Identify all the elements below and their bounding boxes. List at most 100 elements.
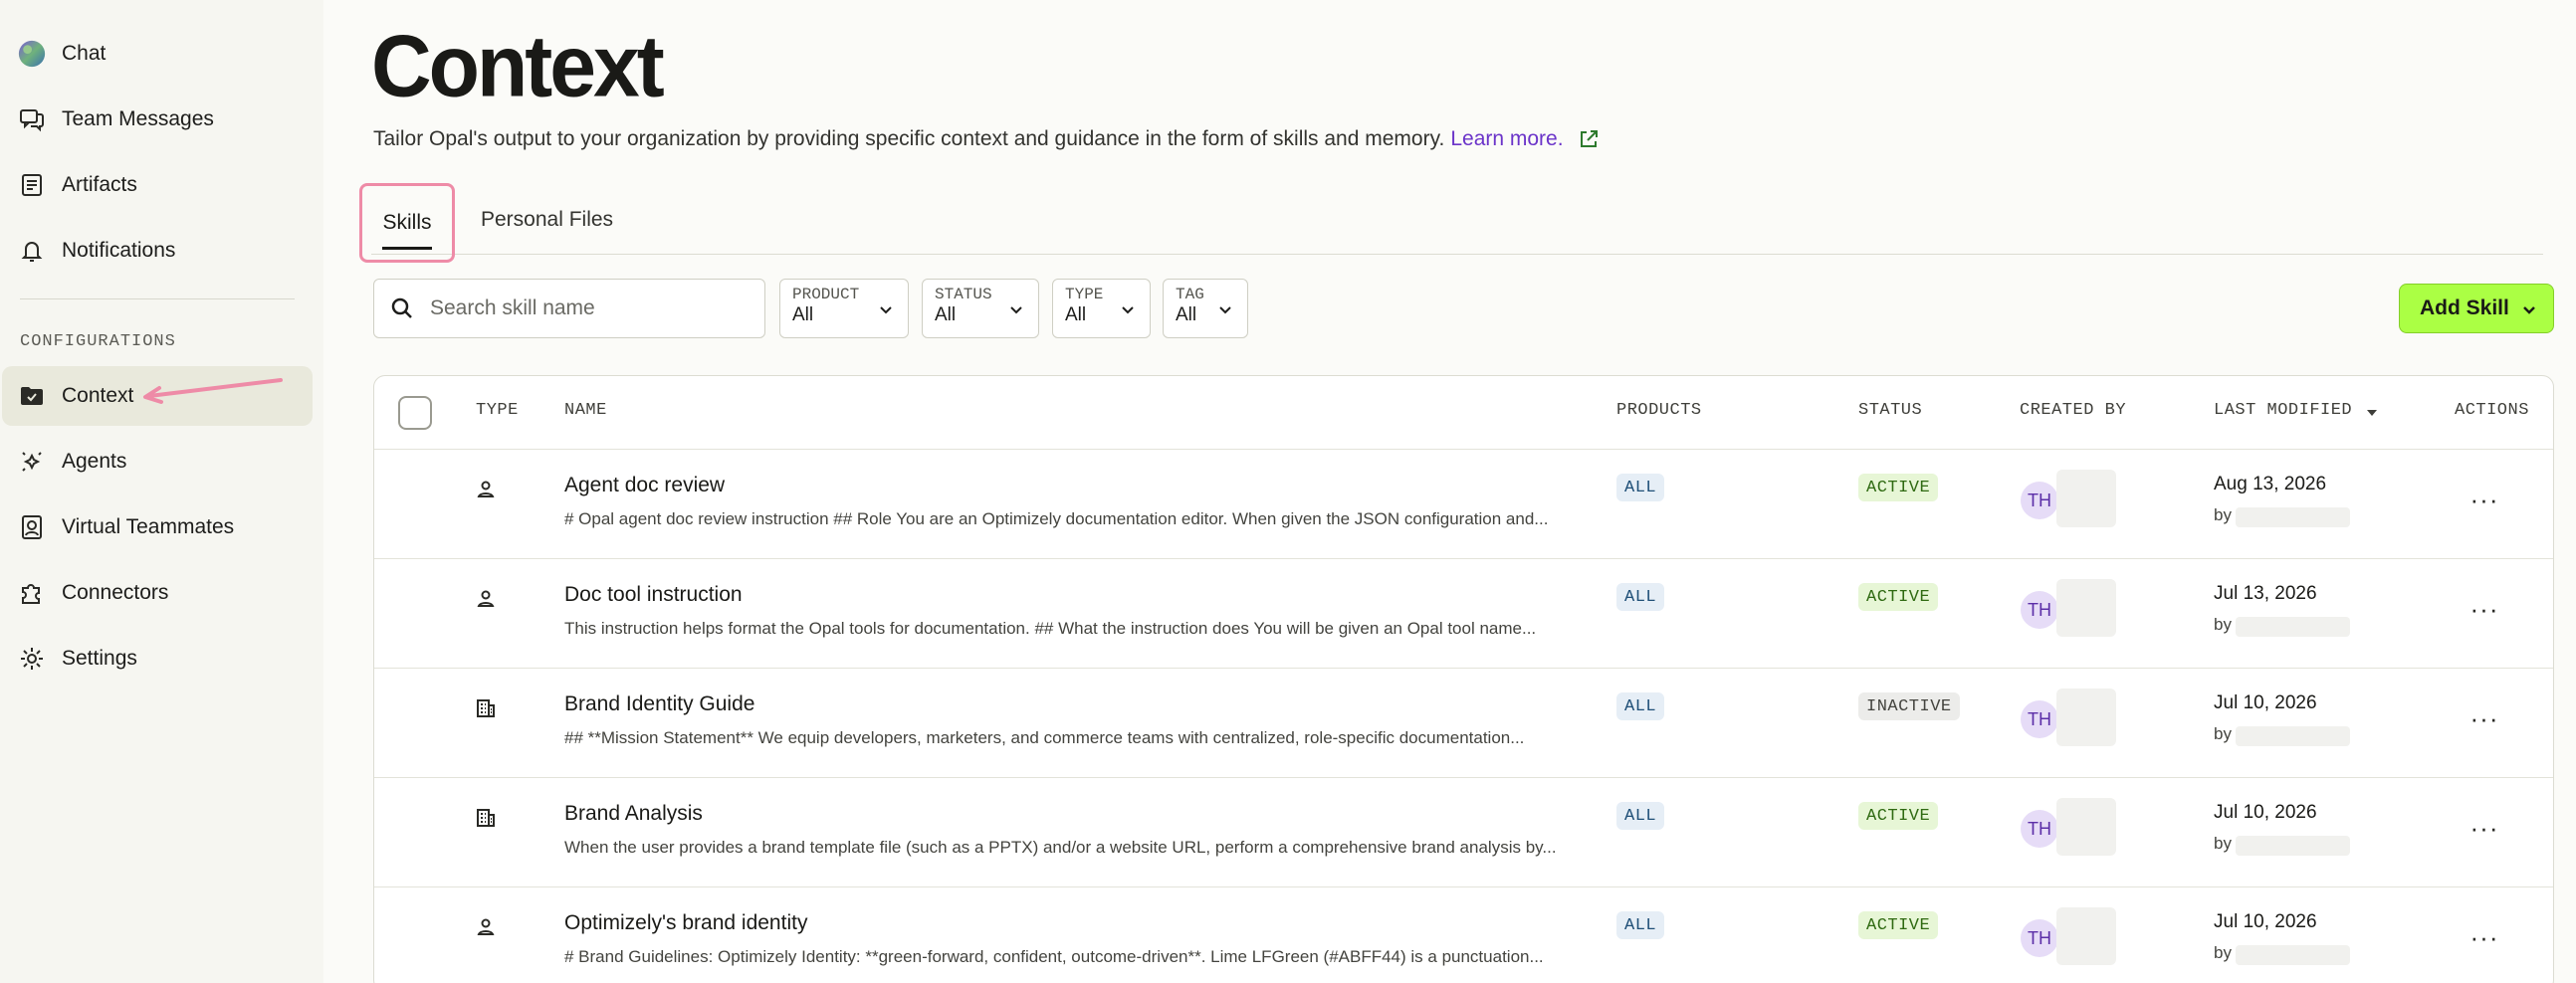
- person-icon: [477, 590, 495, 607]
- redacted-creator-name: [2056, 907, 2116, 965]
- building-icon: [477, 809, 495, 827]
- skill-name[interactable]: Agent doc review: [564, 474, 725, 497]
- redacted-modifier-name: [2236, 726, 2350, 746]
- column-header-name[interactable]: NAME: [564, 401, 607, 420]
- column-header-created-by[interactable]: CREATED BY: [2020, 401, 2126, 420]
- row-actions-menu-icon[interactable]: ···: [2465, 917, 2504, 957]
- learn-more-link[interactable]: Learn more.: [1450, 127, 1563, 151]
- modified-by-label: by: [2214, 505, 2232, 524]
- sidebar-item-settings[interactable]: Settings: [2, 629, 313, 688]
- add-skill-button[interactable]: Add Skill: [2399, 284, 2554, 333]
- sidebar-divider: [20, 298, 295, 299]
- tab-active-indicator: [382, 247, 432, 250]
- external-link-icon[interactable]: [1578, 128, 1600, 150]
- modified-by-label: by: [2214, 943, 2232, 962]
- sidebar-item-label: Agents: [62, 450, 127, 473]
- modified-date: Jul 10, 2026: [2214, 692, 2317, 713]
- skill-name[interactable]: Doc tool instruction: [564, 583, 743, 607]
- filter-tag[interactable]: TAG All: [1163, 279, 1248, 338]
- skill-name[interactable]: Brand Identity Guide: [564, 692, 754, 716]
- sidebar-item-artifacts[interactable]: Artifacts: [2, 155, 313, 215]
- table-row[interactable]: Optimizely's brand identity # Brand Guid…: [374, 887, 2553, 983]
- row-actions-menu-icon[interactable]: ···: [2465, 698, 2504, 738]
- row-actions-menu-icon[interactable]: ···: [2465, 480, 2504, 519]
- sidebar-item-agents[interactable]: Agents: [2, 432, 313, 492]
- tab-label: Skills: [382, 211, 432, 234]
- filter-type[interactable]: TYPE All: [1052, 279, 1151, 338]
- skill-description: # Opal agent doc review instruction ## R…: [564, 509, 1549, 528]
- filter-product[interactable]: PRODUCT All: [779, 279, 909, 338]
- status-badge: ACTIVE: [1858, 474, 1939, 501]
- sort-desc-icon[interactable]: [2365, 406, 2379, 420]
- tab-label: Personal Files: [481, 208, 614, 231]
- sidebar-item-label: Chat: [62, 42, 107, 65]
- column-header-actions: ACTIONS: [2455, 401, 2529, 420]
- modified-by-label: by: [2214, 615, 2232, 634]
- table-row[interactable]: Brand Identity Guide ## **Mission Statem…: [374, 669, 2553, 778]
- product-badge: ALL: [1616, 692, 1665, 720]
- column-header-status[interactable]: STATUS: [1858, 401, 1922, 420]
- redacted-creator-name: [2056, 798, 2116, 856]
- product-badge: ALL: [1616, 802, 1665, 830]
- chat-bubbles-icon: [16, 103, 48, 135]
- search-box[interactable]: [373, 279, 765, 338]
- add-skill-label: Add Skill: [2420, 296, 2509, 319]
- row-actions-menu-icon[interactable]: ···: [2465, 808, 2504, 848]
- row-actions-menu-icon[interactable]: ···: [2465, 589, 2504, 629]
- sidebar-item-chat[interactable]: Chat: [2, 24, 313, 84]
- tab-skills[interactable]: Skills: [359, 183, 455, 263]
- sidebar: Chat Team Messages Artifacts Notificatio…: [0, 0, 323, 983]
- puzzle-icon: [16, 577, 48, 609]
- table-header: TYPE NAME PRODUCTS STATUS CREATED BY LAS…: [374, 376, 2553, 450]
- sidebar-item-team-messages[interactable]: Team Messages: [2, 90, 313, 149]
- select-all-checkbox[interactable]: [398, 396, 432, 430]
- sidebar-item-virtual-teammates[interactable]: Virtual Teammates: [2, 497, 313, 557]
- chevron-down-icon: [1122, 306, 1134, 314]
- avatar: TH: [2021, 919, 2058, 957]
- chevron-down-icon: [1010, 306, 1022, 314]
- table-row[interactable]: Agent doc review # Opal agent doc review…: [374, 450, 2553, 559]
- search-icon: [391, 297, 412, 318]
- redacted-modifier-name: [2236, 836, 2350, 856]
- redacted-creator-name: [2056, 579, 2116, 637]
- redacted-creator-name: [2056, 470, 2116, 527]
- skill-description: ## **Mission Statement** We equip develo…: [564, 728, 1525, 747]
- page-description: Tailor Opal's output to your organizatio…: [373, 127, 1600, 151]
- filter-status[interactable]: STATUS All: [922, 279, 1039, 338]
- status-badge: ACTIVE: [1858, 583, 1939, 611]
- sidebar-item-connectors[interactable]: Connectors: [2, 563, 313, 623]
- status-badge: ACTIVE: [1858, 911, 1939, 939]
- sidebar-item-label: Settings: [62, 647, 137, 670]
- column-header-last-modified[interactable]: LAST MODIFIED: [2214, 401, 2352, 420]
- person-badge-icon: [16, 511, 48, 543]
- sidebar-item-notifications[interactable]: Notifications: [2, 221, 313, 281]
- table-row[interactable]: Brand Analysis When the user provides a …: [374, 778, 2553, 887]
- tab-personal-files[interactable]: Personal Files: [481, 185, 613, 255]
- status-badge: ACTIVE: [1858, 802, 1939, 830]
- redacted-modifier-name: [2236, 507, 2350, 527]
- column-header-type[interactable]: TYPE: [476, 401, 519, 420]
- product-badge: ALL: [1616, 911, 1665, 939]
- modified-by-label: by: [2214, 724, 2232, 743]
- person-icon: [477, 481, 495, 497]
- sidebar-item-label: Virtual Teammates: [62, 515, 235, 538]
- table-row[interactable]: Doc tool instruction This instruction he…: [374, 559, 2553, 669]
- avatar: TH: [2021, 810, 2058, 848]
- main-content: Context Tailor Opal's output to your org…: [323, 0, 2576, 983]
- skill-description: This instruction helps format the Opal t…: [564, 619, 1537, 638]
- skill-name[interactable]: Optimizely's brand identity: [564, 911, 807, 935]
- sidebar-item-label: Team Messages: [62, 107, 214, 130]
- redacted-modifier-name: [2236, 945, 2350, 965]
- person-icon: [477, 918, 495, 935]
- sidebar-item-label: Context: [62, 384, 134, 407]
- avatar: TH: [2021, 591, 2058, 629]
- modified-by-label: by: [2214, 834, 2232, 853]
- skill-name[interactable]: Brand Analysis: [564, 802, 703, 826]
- chevron-down-icon: [880, 306, 892, 314]
- search-input[interactable]: [430, 296, 729, 320]
- avatar: TH: [2021, 482, 2058, 519]
- column-header-products[interactable]: PRODUCTS: [1616, 401, 1702, 420]
- redacted-creator-name: [2056, 688, 2116, 746]
- sidebar-item-label: Notifications: [62, 239, 176, 262]
- folder-check-icon: [16, 380, 48, 412]
